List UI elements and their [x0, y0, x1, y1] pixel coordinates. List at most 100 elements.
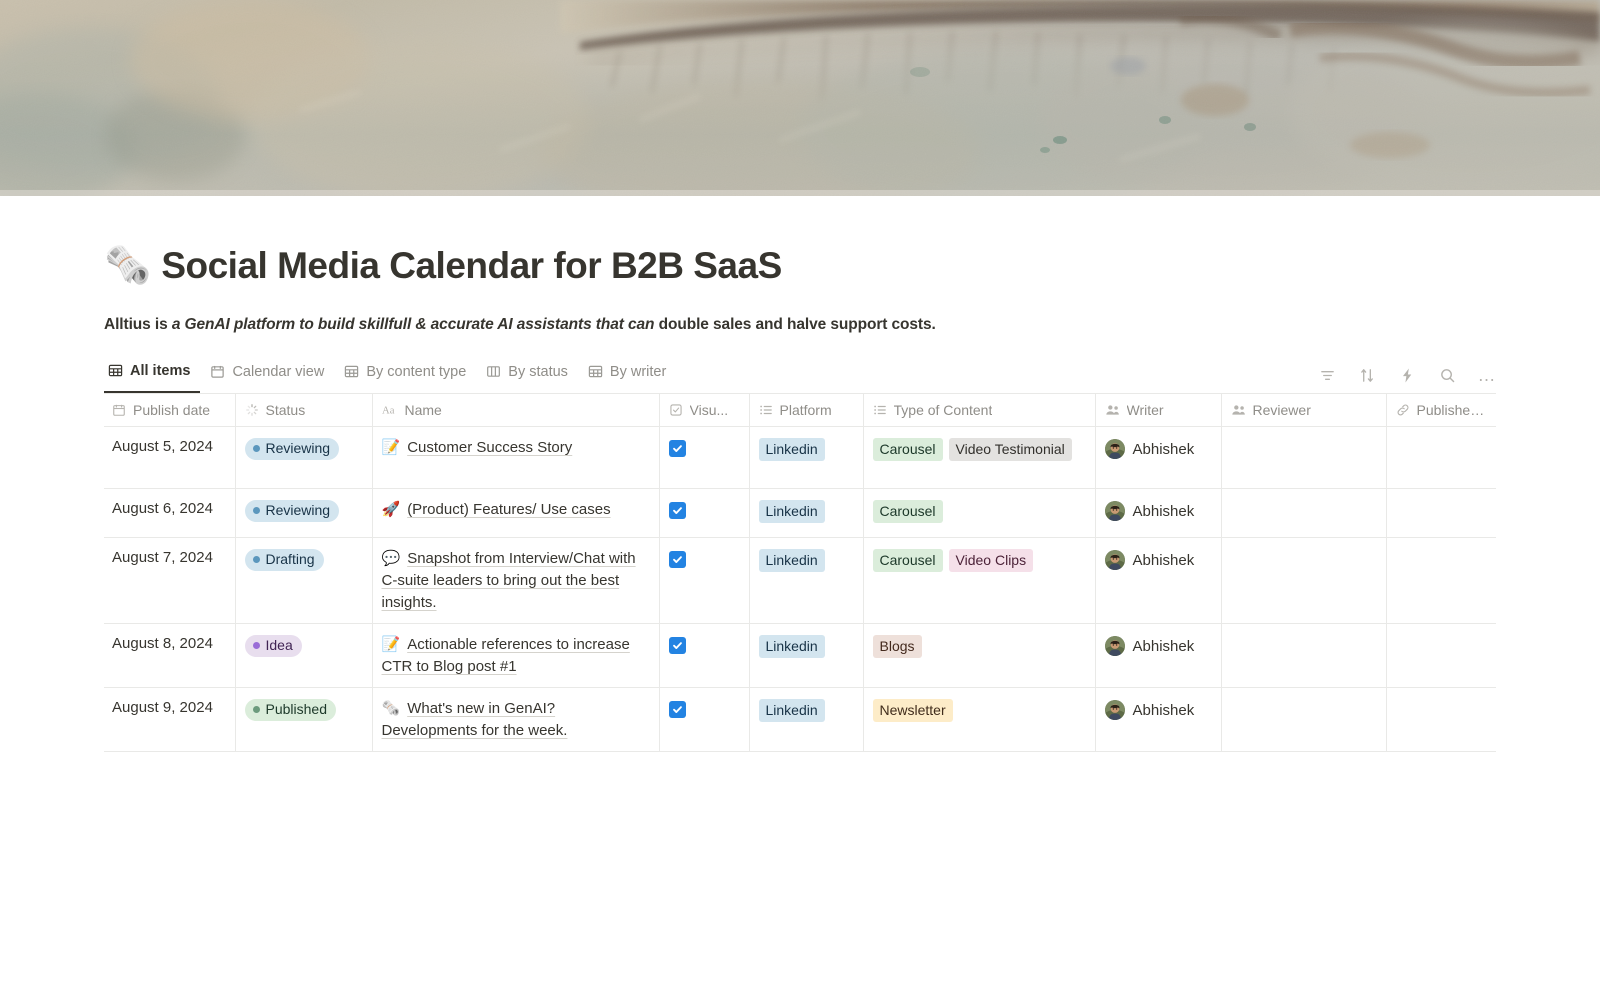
- checkbox-checked[interactable]: [669, 440, 686, 457]
- cell-status[interactable]: Published: [235, 688, 372, 752]
- writer-name: Abhishek: [1133, 702, 1195, 719]
- cell-visual[interactable]: [659, 538, 749, 624]
- column-header-writer[interactable]: Writer: [1095, 394, 1221, 427]
- table-row[interactable]: August 6, 2024Reviewing🚀(Product) Featur…: [104, 489, 1496, 538]
- name-wrapper: 💬Snapshot from Interview/Chat with C-sui…: [382, 548, 650, 614]
- cell-platform[interactable]: Linkedin: [749, 538, 863, 624]
- table-row[interactable]: August 5, 2024Reviewing 📝Customer Success…: [104, 427, 1496, 489]
- cell-status[interactable]: Reviewing: [235, 489, 372, 538]
- page-link[interactable]: Customer Success Story: [407, 439, 572, 456]
- column-header-published-url[interactable]: Published URL: [1386, 394, 1496, 427]
- status-dot-icon: [253, 507, 260, 514]
- cell-name[interactable]: 💬Snapshot from Interview/Chat with C-sui…: [372, 538, 659, 624]
- tag-group: Blogs: [873, 635, 1086, 663]
- cell-name[interactable]: 📝Actionable references to increase CTR t…: [372, 624, 659, 688]
- cell-publish-date[interactable]: August 8, 2024: [104, 624, 235, 688]
- cell-visual[interactable]: [659, 489, 749, 538]
- tab-all-items[interactable]: All items: [104, 359, 200, 393]
- cell-name[interactable]: 🗞️What's new in GenAI? Developments for …: [372, 688, 659, 752]
- cell-visual[interactable]: [659, 624, 749, 688]
- content-type-tag: Carousel: [873, 500, 943, 523]
- cell-writer[interactable]: Abhishek: [1095, 427, 1221, 489]
- checkbox-checked[interactable]: [669, 551, 686, 568]
- column-header-visual[interactable]: Visu...: [659, 394, 749, 427]
- cell-platform[interactable]: Linkedin: [749, 688, 863, 752]
- cell-published-url[interactable]: [1386, 427, 1496, 489]
- page-link[interactable]: Snapshot from Interview/Chat with C-suit…: [382, 550, 636, 611]
- cell-type-of-content[interactable]: CarouselVideo Testimonial: [863, 427, 1095, 489]
- avatar-photo: [1105, 550, 1125, 570]
- cell-name[interactable]: 🚀(Product) Features/ Use cases: [372, 489, 659, 538]
- table-icon: [344, 364, 359, 379]
- cell-reviewer[interactable]: [1221, 624, 1386, 688]
- tab-by-writer[interactable]: By writer: [578, 359, 676, 393]
- page-cover-image: [0, 0, 1600, 196]
- cell-platform[interactable]: Linkedin: [749, 489, 863, 538]
- cell-type-of-content[interactable]: Newsletter: [863, 688, 1095, 752]
- name-wrapper: 📝Customer Success Story: [382, 437, 650, 459]
- cell-reviewer[interactable]: [1221, 688, 1386, 752]
- page-link[interactable]: (Product) Features/ Use cases: [407, 501, 610, 518]
- cell-published-url[interactable]: [1386, 688, 1496, 752]
- cell-publish-date[interactable]: August 9, 2024: [104, 688, 235, 752]
- tag-group: Linkedin: [759, 635, 854, 663]
- cell-writer[interactable]: Abhishek: [1095, 624, 1221, 688]
- table-row[interactable]: August 7, 2024 Drafting 💬Snapshot from Int…: [104, 538, 1496, 624]
- tab-by-content-type[interactable]: By content type: [334, 359, 476, 393]
- table-row[interactable]: August 8, 2024Idea📝Actionable references…: [104, 624, 1496, 688]
- subtitle-italic: a GenAI platform to build skillfull & ac…: [172, 316, 655, 333]
- checkbox-checked[interactable]: [669, 701, 686, 718]
- cell-writer[interactable]: Abhishek: [1095, 688, 1221, 752]
- multiselect-icon: [759, 403, 773, 417]
- cell-publish-date[interactable]: August 5, 2024: [104, 427, 235, 489]
- cell-platform[interactable]: Linkedin: [749, 427, 863, 489]
- cell-writer[interactable]: Abhishek: [1095, 489, 1221, 538]
- column-header-publish-date[interactable]: Publish date: [104, 394, 235, 427]
- status-badge: Drafting: [245, 549, 324, 571]
- filter-icon[interactable]: [1318, 366, 1336, 384]
- page-link[interactable]: What's new in GenAI? Developments for th…: [382, 700, 568, 739]
- column-header-type-of-content[interactable]: Type of Content: [863, 394, 1095, 427]
- status-label: Published: [266, 701, 328, 718]
- cell-reviewer[interactable]: [1221, 538, 1386, 624]
- cell-platform[interactable]: Linkedin: [749, 624, 863, 688]
- more-options-icon[interactable]: …: [1478, 366, 1496, 384]
- checkbox-checked[interactable]: [669, 637, 686, 654]
- cell-publish-date[interactable]: August 6, 2024: [104, 489, 235, 538]
- page-icon-newspaper-icon[interactable]: 🗞️: [104, 247, 151, 285]
- cell-reviewer[interactable]: [1221, 427, 1386, 489]
- cell-status[interactable]: Drafting: [235, 538, 372, 624]
- cell-published-url[interactable]: [1386, 624, 1496, 688]
- cell-name[interactable]: 📝Customer Success Story: [372, 427, 659, 489]
- database-toolbar: …: [1318, 366, 1496, 393]
- column-header-reviewer[interactable]: Reviewer: [1221, 394, 1386, 427]
- tab-by-status[interactable]: By status: [476, 359, 578, 393]
- svg-text:Aa: Aa: [382, 406, 395, 417]
- automation-icon[interactable]: [1398, 366, 1416, 384]
- cell-type-of-content[interactable]: CarouselVideo Clips: [863, 538, 1095, 624]
- checkbox-checked[interactable]: [669, 502, 686, 519]
- avatar: [1105, 550, 1125, 570]
- column-header-status[interactable]: Status: [235, 394, 372, 427]
- person-icon: [1231, 403, 1246, 417]
- tab-calendar-view[interactable]: Calendar view: [200, 359, 334, 393]
- table-header-row: Publish date: [104, 394, 1496, 427]
- cell-publish-date[interactable]: August 7, 2024: [104, 538, 235, 624]
- cell-type-of-content[interactable]: Blogs: [863, 624, 1095, 688]
- cell-status[interactable]: Idea: [235, 624, 372, 688]
- cell-writer[interactable]: Abhishek: [1095, 538, 1221, 624]
- table-row[interactable]: August 9, 2024 Published 🗞️What's new in G…: [104, 688, 1496, 752]
- cell-published-url[interactable]: [1386, 489, 1496, 538]
- page-link[interactable]: Actionable references to increase CTR to…: [382, 636, 630, 675]
- writer-name: Abhishek: [1133, 441, 1195, 458]
- cell-status[interactable]: Reviewing: [235, 427, 372, 489]
- cell-type-of-content[interactable]: Carousel: [863, 489, 1095, 538]
- column-header-platform[interactable]: Platform: [749, 394, 863, 427]
- sort-icon[interactable]: [1358, 366, 1376, 384]
- cell-published-url[interactable]: [1386, 538, 1496, 624]
- search-icon[interactable]: [1438, 366, 1456, 384]
- column-header-name[interactable]: Aa Name: [372, 394, 659, 427]
- cell-visual[interactable]: [659, 688, 749, 752]
- cell-reviewer[interactable]: [1221, 489, 1386, 538]
- cell-visual[interactable]: [659, 427, 749, 489]
